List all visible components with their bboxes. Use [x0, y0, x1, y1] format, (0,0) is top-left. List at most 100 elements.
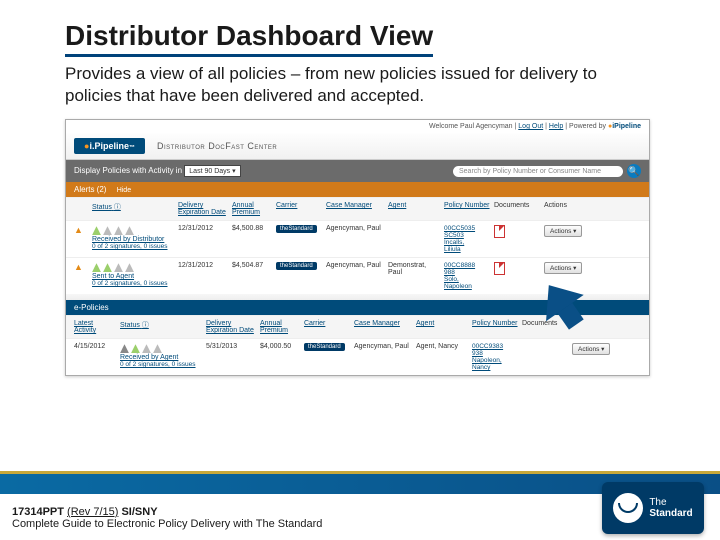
- policy-link[interactable]: 988: [444, 269, 490, 276]
- search-input[interactable]: Search by Policy Number or Consumer Name: [453, 166, 623, 177]
- grid-header: Status ⓘ Delivery Expiration Date Annual…: [66, 197, 649, 220]
- cell-case-mgr: Agencyman, Paul: [326, 262, 384, 269]
- insured-link[interactable]: Nancy: [472, 364, 518, 371]
- status-label[interactable]: Received by Distributor: [92, 236, 174, 243]
- col-policy[interactable]: Policy Number: [444, 202, 490, 209]
- cell-premium: $4,500.88: [232, 225, 272, 232]
- pdf-icon[interactable]: [494, 225, 505, 238]
- col-documents: Documents: [494, 202, 540, 209]
- powered-label: Powered by: [569, 123, 606, 130]
- status-step-icon: [131, 344, 140, 353]
- status-step-icon: [114, 226, 123, 235]
- col-status[interactable]: Status ⓘ: [92, 202, 174, 212]
- col-status[interactable]: Status ⓘ: [120, 320, 202, 330]
- col-carrier[interactable]: Carrier: [304, 320, 350, 327]
- powered-brand: ●iPipeline: [608, 123, 641, 130]
- cell-case-mgr: Agencyman, Paul: [354, 343, 412, 350]
- policy-link[interactable]: 00CC8888: [444, 262, 490, 269]
- search-button[interactable]: 🔍: [627, 164, 641, 178]
- footer-sisny: SI/SNY: [121, 506, 157, 518]
- status-step-icon: [103, 263, 112, 272]
- footer-text: 17314PPT (Rev 7/15) SI/SNY Complete Guid…: [12, 506, 322, 530]
- col-carrier[interactable]: Carrier: [276, 202, 322, 209]
- insured-link[interactable]: Solo,: [444, 276, 490, 283]
- actions-button[interactable]: Actions ▾: [544, 225, 582, 237]
- cell-case-mgr: Agencyman, Paul: [326, 225, 384, 232]
- footer-guide: Complete Guide to Electronic Policy Deli…: [12, 518, 322, 530]
- col-policy[interactable]: Policy Number: [472, 320, 518, 327]
- col-agent[interactable]: Agent: [416, 320, 468, 327]
- status-label[interactable]: Sent to Agent: [92, 273, 174, 280]
- signature-link[interactable]: 0 of 2 signatures, 0 issues: [92, 243, 174, 250]
- actions-button[interactable]: Actions ▾: [544, 262, 582, 274]
- signature-link[interactable]: 0 of 2 signatures, 0 issues: [92, 280, 174, 287]
- welcome-text: Welcome Paul Agencyman: [429, 123, 513, 130]
- cell-date: 5/31/2013: [206, 343, 256, 350]
- col-case-manager[interactable]: Case Manager: [354, 320, 412, 327]
- user-bar: Welcome Paul Agencyman | Log Out | Help …: [66, 120, 649, 133]
- slide-title: Distributor Dashboard View: [65, 20, 433, 57]
- filter-bar: Display Policies with Activity in Last 9…: [66, 160, 649, 182]
- help-link[interactable]: Help: [549, 123, 563, 130]
- top-bar: ●i.Pipeline™ Distributor DocFast Center: [66, 133, 649, 160]
- col-documents: Documents: [522, 320, 568, 327]
- cell-agent: Agent, Nancy: [416, 343, 468, 350]
- status-step-icon: [120, 344, 129, 353]
- footer-code: 17314PPT: [12, 506, 64, 518]
- insured-link[interactable]: Liliula: [444, 246, 490, 253]
- cell-date: 12/31/2012: [178, 225, 228, 232]
- cell-premium: $4,504.87: [232, 262, 272, 269]
- carrier-badge: theStandard: [276, 225, 317, 233]
- status-step-icon: [153, 344, 162, 353]
- col-actions: Actions: [544, 202, 590, 209]
- status-step-icon: [103, 226, 112, 235]
- pdf-icon[interactable]: [494, 262, 505, 275]
- alerts-hide-link[interactable]: Hide: [117, 187, 131, 194]
- alerts-bar: Alerts (2) Hide: [66, 182, 649, 197]
- table-row: ▲ Sent to Agent 0 of 2 signatures, 0 iss…: [66, 257, 649, 294]
- footer-rev: (Rev 7/15): [67, 506, 118, 518]
- col-delivery-exp[interactable]: Delivery Expiration Date: [178, 202, 228, 216]
- center-title: Distributor DocFast Center: [157, 141, 277, 151]
- carrier-badge: theStandard: [304, 343, 345, 351]
- filter-dropdown[interactable]: Last 90 Days ▾: [184, 165, 240, 177]
- policy-link[interactable]: SC503: [444, 232, 490, 239]
- app-screenshot: Welcome Paul Agencyman | Log Out | Help …: [65, 119, 650, 376]
- alert-icon: ▲: [74, 225, 88, 235]
- status-step-icon: [125, 226, 134, 235]
- status-step-icon: [142, 344, 151, 353]
- col-premium[interactable]: Annual Premium: [232, 202, 272, 216]
- table-row: ▲ Received by Distributor 0 of 2 signatu…: [66, 220, 649, 257]
- grid-header: Latest Activity Status ⓘ Delivery Expira…: [66, 315, 649, 338]
- status-step-icon: [125, 263, 134, 272]
- actions-button[interactable]: Actions ▾: [572, 343, 610, 355]
- status-step-icon: [92, 226, 101, 235]
- policy-link[interactable]: 00CC9383: [472, 343, 518, 350]
- insured-link[interactable]: Napoleon,: [472, 357, 518, 364]
- col-premium[interactable]: Annual Premium: [260, 320, 300, 334]
- col-case-manager[interactable]: Case Manager: [326, 202, 384, 209]
- cell-agent: Demonstrat, Paul: [388, 262, 440, 276]
- insured-link[interactable]: Napoleon: [444, 283, 490, 290]
- policy-link[interactable]: 00CC5035: [444, 225, 490, 232]
- standard-logo: TheStandard: [602, 482, 704, 534]
- policy-link[interactable]: 938: [472, 350, 518, 357]
- signature-link[interactable]: 0 of 2 signatures, 0 issues: [120, 361, 202, 368]
- col-latest-activity[interactable]: Latest Activity: [74, 320, 116, 334]
- status-label[interactable]: Received by Agent: [120, 354, 202, 361]
- info-icon[interactable]: ⓘ: [142, 322, 149, 329]
- insured-link[interactable]: Incalls,: [444, 239, 490, 246]
- cell-latest: 4/15/2012: [74, 343, 116, 350]
- col-agent[interactable]: Agent: [388, 202, 440, 209]
- table-row: 4/15/2012 Received by Agent 0 of 2 signa…: [66, 338, 649, 375]
- alerts-label: Alerts (2): [74, 185, 106, 194]
- cell-date: 12/31/2012: [178, 262, 228, 269]
- carrier-badge: theStandard: [276, 262, 317, 270]
- logout-link[interactable]: Log Out: [518, 123, 543, 130]
- status-step-icon: [114, 263, 123, 272]
- filter-label: Display Policies with Activity in: [74, 166, 182, 175]
- standard-logo-mark: [613, 493, 643, 523]
- info-icon[interactable]: ⓘ: [114, 204, 121, 211]
- col-delivery-exp[interactable]: Delivery Expiration Date: [206, 320, 256, 334]
- status-step-icon: [92, 263, 101, 272]
